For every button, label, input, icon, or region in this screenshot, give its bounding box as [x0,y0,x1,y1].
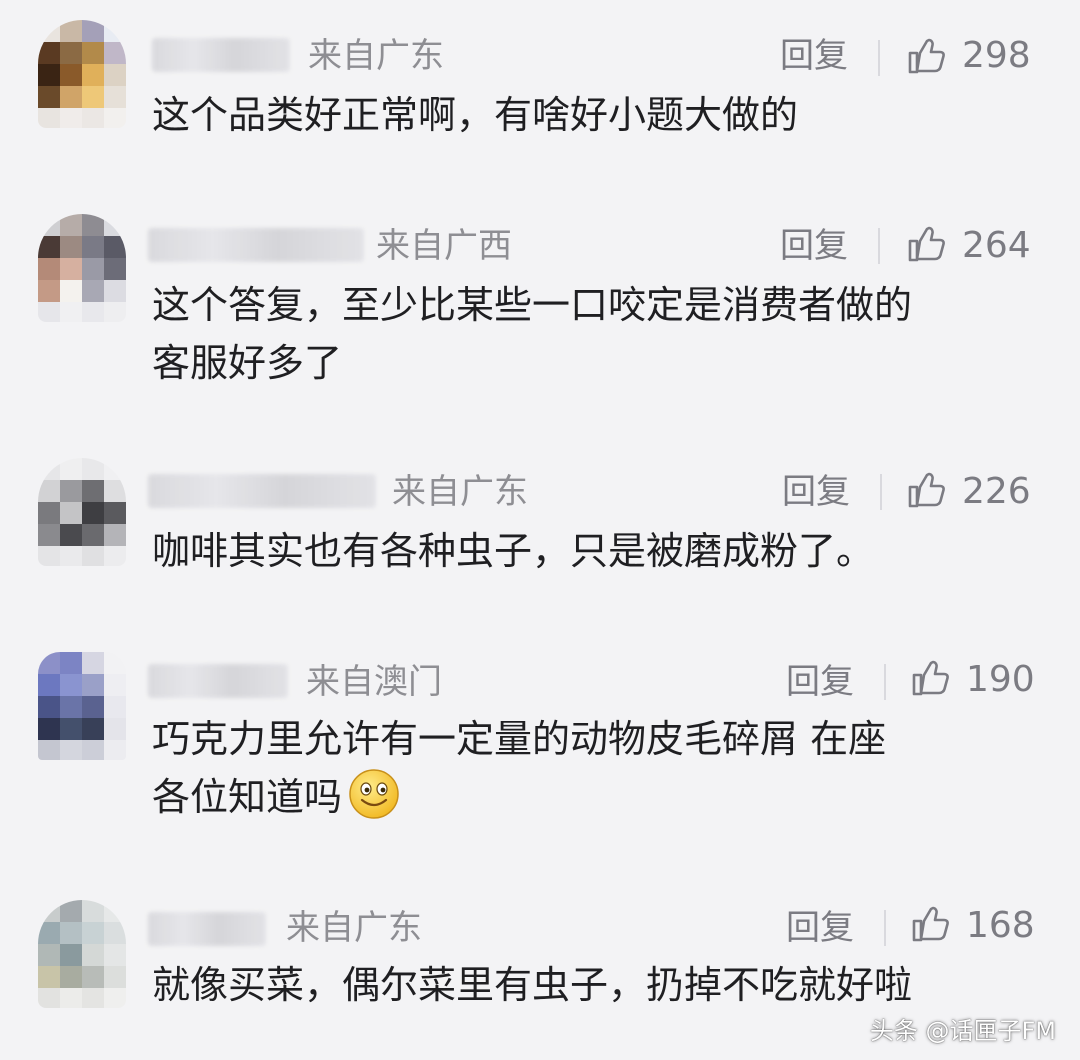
reply-button[interactable]: 回复 [780,36,848,76]
reply-button[interactable]: 回复 [786,662,854,702]
comment-text: 咖啡其实也有各种虫子，只是被磨成粉了。 [152,522,1042,580]
location-label: 来自广西 [376,226,512,266]
like-count: 264 [962,225,1031,266]
avatar[interactable] [38,652,126,760]
like-count: 298 [962,35,1031,76]
comment-text: 这个答复，至少比某些一口咬定是消费者做的 客服好多了 [152,276,1042,392]
location-label: 来自广东 [308,36,444,76]
thumbs-up-icon[interactable] [910,658,950,698]
thumbs-up-icon[interactable] [906,36,946,76]
divider [878,40,880,76]
username-blurred[interactable] [148,664,288,698]
smiley-emoji-icon [349,769,399,819]
comment-text-line: 客服好多了 [152,341,343,385]
reply-button[interactable]: 回复 [782,472,850,512]
comment-text: 这个品类好正常啊，有啥好小题大做的 [152,86,1042,144]
comment-text: 巧克力里允许有一定量的动物皮毛碎屑 在座 各位知道吗 [152,710,1042,826]
thumbs-up-icon[interactable] [906,224,946,264]
like-count: 226 [962,471,1031,512]
comment-text-line: 就像买菜，偶尔菜里有虫子，扔掉不吃就好啦 [152,963,913,1007]
like-count: 190 [966,659,1035,700]
comment-text-segment: 各位知道吗 [152,775,343,819]
comment-text-line: 这个品类好正常啊，有啥好小题大做的 [152,93,799,137]
comment-text-line: 各位知道吗 [152,768,1042,826]
location-label: 来自澳门 [306,662,442,702]
comment-text-line: 巧克力里允许有一定量的动物皮毛碎屑 在座 [152,717,887,761]
divider [884,910,886,946]
divider [880,474,882,510]
comment-text: 就像买菜，偶尔菜里有虫子，扔掉不吃就好啦 [152,956,1042,1014]
username-blurred[interactable] [152,38,290,72]
comment-text-line: 这个答复，至少比某些一口咬定是消费者做的 [152,283,913,327]
reply-button[interactable]: 回复 [786,908,854,948]
divider [878,228,880,264]
username-blurred[interactable] [148,228,364,262]
avatar[interactable] [38,20,126,128]
username-blurred[interactable] [148,474,376,508]
username-blurred[interactable] [148,912,266,946]
comment-text-line: 咖啡其实也有各种虫子，只是被磨成粉了。 [152,529,875,573]
thumbs-up-icon[interactable] [910,904,950,944]
location-label: 来自广东 [392,472,528,512]
avatar[interactable] [38,900,126,1008]
reply-button[interactable]: 回复 [780,226,848,266]
location-label: 来自广东 [286,908,422,948]
watermark: 头条 @话匣子FM [869,1017,1056,1045]
avatar[interactable] [38,214,126,322]
avatar[interactable] [38,458,126,566]
divider [884,664,886,700]
like-count: 168 [966,905,1035,946]
thumbs-up-icon[interactable] [906,470,946,510]
